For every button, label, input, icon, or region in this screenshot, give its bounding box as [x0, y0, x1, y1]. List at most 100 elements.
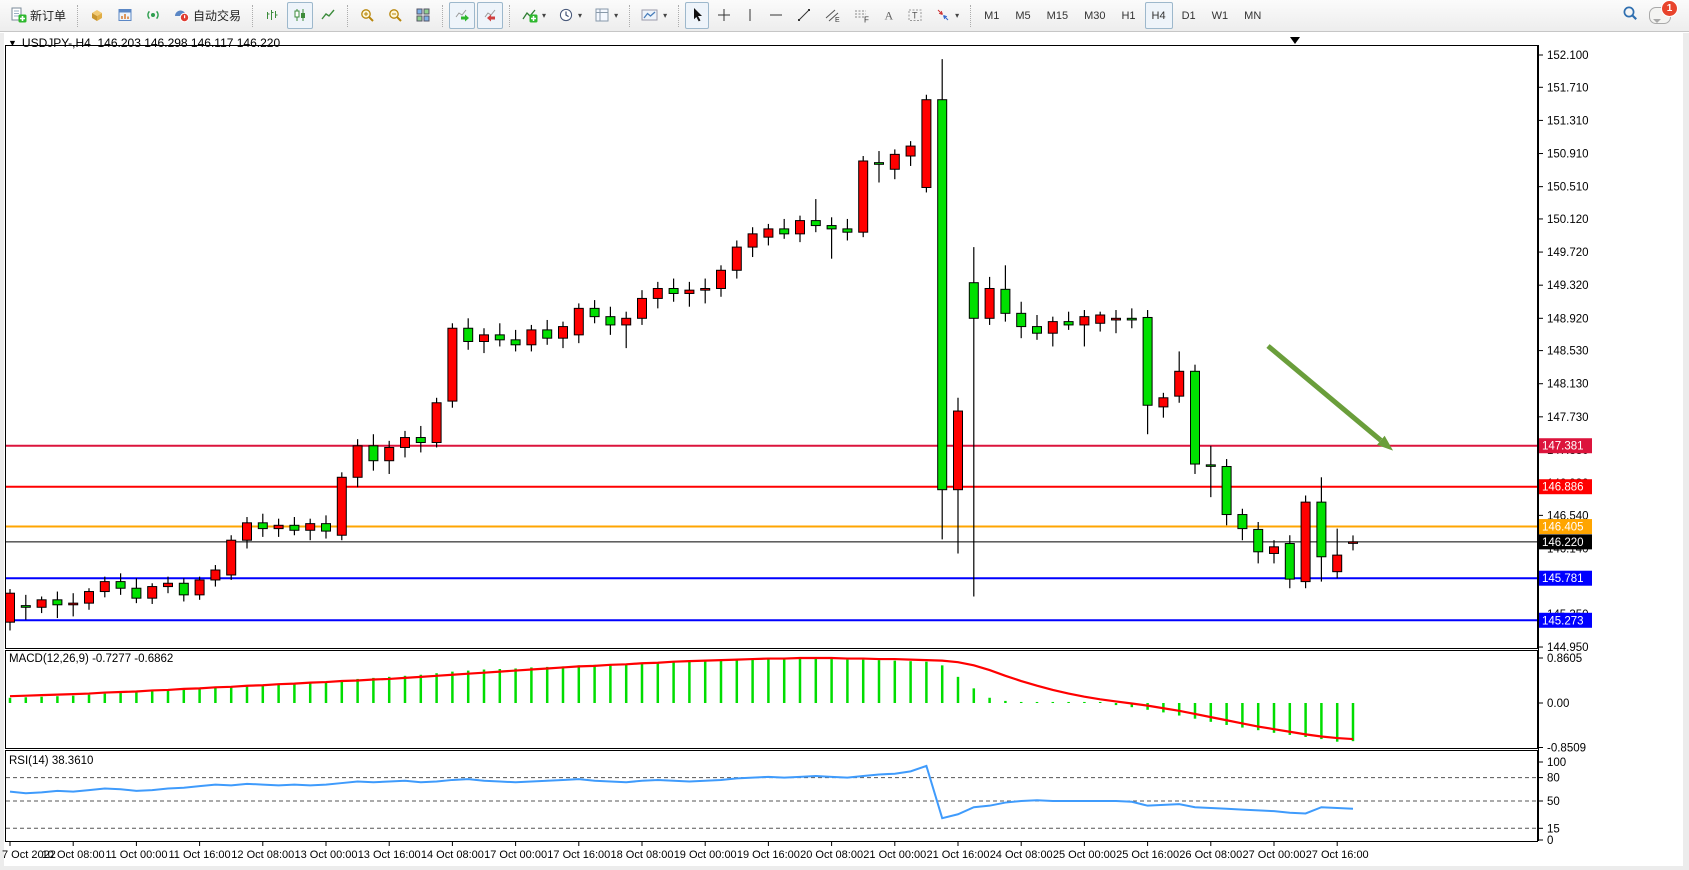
rsi-axis-label: 0 — [1547, 835, 1553, 847]
arrows-button[interactable]: ▾ — [930, 2, 964, 29]
time-tick-label: 11 Oct 16:00 — [169, 849, 231, 861]
search-icon[interactable] — [1621, 4, 1639, 27]
notification-badge: 1 — [1662, 1, 1677, 16]
candle-bear — [322, 524, 331, 531]
price-tick-label: 149.720 — [1547, 247, 1589, 259]
macd-axis-label: 0.00 — [1547, 698, 1569, 710]
cursor-icon — [690, 7, 704, 25]
candle-bull — [195, 580, 204, 595]
candle-bear — [1033, 327, 1042, 334]
candle-bear — [416, 438, 425, 443]
chart-candles-button[interactable] — [287, 2, 313, 29]
timeframe-h4-button[interactable]: H4 — [1145, 2, 1173, 29]
gold-cube-icon — [89, 7, 105, 25]
price-tick-label: 151.310 — [1547, 115, 1589, 127]
candle-bull — [638, 298, 647, 318]
chart-line-button[interactable] — [315, 2, 341, 29]
collapse-triangle-icon[interactable]: ▼ — [8, 38, 17, 48]
candle-bear — [369, 446, 378, 461]
candle-bull — [37, 600, 46, 607]
profiles-button[interactable]: ▾ — [636, 2, 672, 29]
chart-shift-icon — [482, 7, 498, 25]
equidistant-channel-button[interactable]: E — [819, 2, 846, 29]
rsi-axis-label: 80 — [1547, 773, 1560, 785]
cursor-button[interactable] — [685, 2, 709, 29]
periods-icon — [558, 7, 574, 25]
time-tick-label: 13 Oct 16:00 — [358, 849, 421, 861]
power-dot-icon — [173, 7, 190, 25]
time-tick-label: 11 Oct 00:00 — [105, 849, 167, 861]
text-button[interactable]: A — [877, 2, 900, 29]
vline-icon — [744, 7, 756, 25]
candle-bear — [1143, 317, 1152, 405]
candle-bear — [938, 100, 947, 490]
time-tick-label: 12 Oct 08:00 — [231, 849, 294, 861]
time-tick-label: 18 Oct 08:00 — [611, 849, 674, 861]
macd-indicator-label: MACD(12,26,9) -0.7277 -0.6862 — [9, 653, 173, 665]
auto-trading-button[interactable]: 自动交易 — [168, 2, 246, 29]
timeframe-d1-button[interactable]: D1 — [1175, 2, 1203, 29]
candle-bull — [1159, 398, 1168, 407]
crosshair-icon — [716, 7, 732, 25]
timeframe-w1-button[interactable]: W1 — [1205, 2, 1236, 29]
quotes-button[interactable] — [84, 2, 110, 29]
candle-bull — [1096, 315, 1105, 323]
toolbar-separator — [442, 5, 443, 27]
timeframe-h1-button[interactable]: H1 — [1114, 2, 1142, 29]
chart-window-icon — [117, 7, 133, 25]
timeframe-m1-button[interactable]: M1 — [977, 2, 1006, 29]
rsi-axis-label: 100 — [1547, 757, 1566, 769]
candle-bull — [574, 308, 583, 334]
text-label-button[interactable]: T — [902, 2, 928, 29]
zoom-in-button[interactable] — [354, 2, 380, 29]
vertical-line-button[interactable] — [739, 2, 761, 29]
toolbar-separator — [347, 5, 348, 27]
chart-shift-button[interactable] — [477, 2, 503, 29]
candle-bear — [590, 308, 599, 316]
new-order-button[interactable]: 新订单 — [5, 2, 71, 29]
time-tick-label: 25 Oct 16:00 — [1116, 849, 1179, 861]
notifications-button[interactable]: 1 — [1649, 7, 1671, 24]
time-tick-label: 24 Oct 08:00 — [990, 849, 1053, 861]
trendline-button[interactable] — [791, 2, 817, 29]
candle-bear — [132, 588, 141, 598]
rsi-axis-label: 15 — [1547, 823, 1560, 835]
zoom-in-icon — [359, 7, 375, 25]
candle-bear — [1206, 465, 1215, 467]
auto-scroll-button[interactable] — [449, 2, 475, 29]
signals-button[interactable] — [140, 2, 166, 29]
tile-windows-button[interactable] — [410, 2, 436, 29]
candle-bull — [922, 100, 931, 188]
new-chart-button[interactable]: ▾ — [589, 2, 623, 29]
timeframe-mn-button[interactable]: MN — [1237, 2, 1268, 29]
horizontal-line-button[interactable] — [763, 2, 789, 29]
chart-bars-button[interactable] — [259, 2, 285, 29]
indicators-button[interactable]: ▾ — [516, 2, 551, 29]
candle-bull — [622, 318, 631, 325]
timeframe-m5-button[interactable]: M5 — [1008, 2, 1037, 29]
toolbar-separator — [509, 5, 510, 27]
channel-icon: E — [824, 7, 841, 25]
periods-button[interactable]: ▾ — [553, 2, 587, 29]
market-watch-button[interactable] — [112, 2, 138, 29]
candle-bull — [480, 335, 489, 342]
candle-bear — [21, 606, 30, 608]
timeframe-m15-button[interactable]: M15 — [1040, 2, 1075, 29]
bars-icon — [264, 7, 280, 25]
candle-bull — [274, 525, 283, 528]
candle-bear — [606, 317, 615, 325]
fibonacci-button[interactable]: F — [848, 2, 875, 29]
timeframe-m30-button[interactable]: M30 — [1077, 2, 1112, 29]
price-level-badge-label: 145.781 — [1542, 573, 1584, 585]
candle-bull — [85, 592, 94, 604]
candle-bull — [6, 593, 15, 622]
candle-bear — [1317, 502, 1326, 557]
crosshair-button[interactable] — [711, 2, 737, 29]
price-tick-label: 150.120 — [1547, 214, 1589, 226]
candle-bull — [211, 570, 220, 580]
zoom-out-button[interactable] — [382, 2, 408, 29]
price-level-badge-label: 146.405 — [1542, 522, 1584, 534]
mt4-window: 152.100151.710151.310150.910150.510150.1… — [0, 0, 1689, 870]
candle-bull — [385, 447, 394, 460]
candle-bear — [669, 288, 678, 293]
